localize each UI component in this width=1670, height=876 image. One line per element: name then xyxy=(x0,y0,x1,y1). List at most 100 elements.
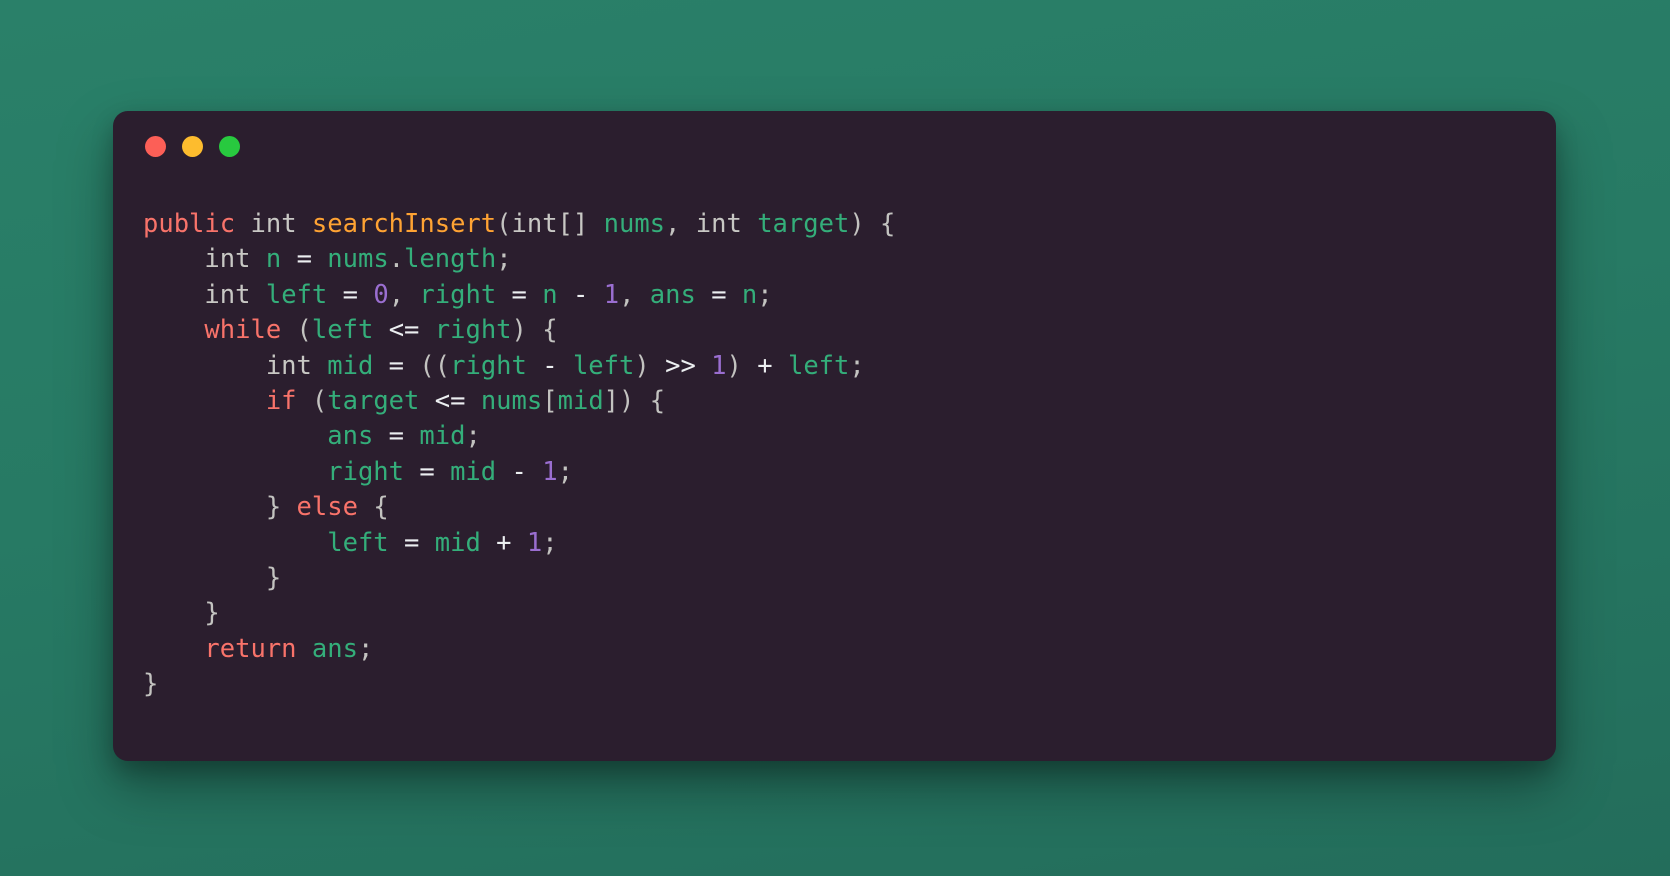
code-token-keyword: if xyxy=(265,386,297,417)
code-line: } xyxy=(143,669,158,699)
code-token-ident: ans xyxy=(311,633,358,664)
code-token-punct: ]) xyxy=(603,386,635,417)
code-token-ident: left xyxy=(311,315,374,346)
code-token-ident: mid xyxy=(327,350,374,381)
code-token-func: searchInsert xyxy=(311,209,497,239)
code-token-ident: left xyxy=(572,350,635,381)
code-token-operator: = xyxy=(342,279,358,310)
code-token-punct: ; xyxy=(542,527,558,558)
code-token-ident: right xyxy=(419,279,497,310)
code-token-ident: target xyxy=(757,209,850,239)
code-token-punct: ) xyxy=(849,209,865,239)
code-line: int n = nums.length; xyxy=(143,244,511,275)
code-token-ident: target xyxy=(327,386,420,417)
code-token-ident: right xyxy=(327,456,404,487)
code-token-type: int xyxy=(204,244,251,275)
code-token-ident: mid xyxy=(434,527,481,558)
code-token-type: int xyxy=(204,279,251,310)
code-token-number: 1 xyxy=(711,350,727,381)
code-token-punct: ( xyxy=(496,209,512,239)
code-token-punct: , xyxy=(388,279,405,310)
code-token-keyword: else xyxy=(296,492,358,523)
code-token-punct: { xyxy=(649,386,666,417)
minimize-window-button[interactable] xyxy=(182,136,203,157)
code-token-punct: [ xyxy=(542,386,558,417)
code-token-operator: = xyxy=(296,244,312,275)
code-token-punct: ; xyxy=(557,456,573,487)
code-line: while (left <= right) { xyxy=(143,315,557,346)
code-token-punct: ) xyxy=(634,350,650,381)
code-token-operator: = xyxy=(388,350,405,381)
code-token-operator: + xyxy=(757,350,773,381)
close-window-button[interactable] xyxy=(145,136,166,157)
code-token-type: int xyxy=(265,350,312,381)
code-token-operator: - xyxy=(511,456,527,487)
code-block[interactable]: public int searchInsert(int[] nums, int … xyxy=(143,207,1536,703)
code-area[interactable]: public int searchInsert(int[] nums, int … xyxy=(143,207,1536,747)
code-token-punct: , xyxy=(619,279,635,310)
code-token-ident: mid xyxy=(419,421,466,452)
code-token-ident: n xyxy=(741,279,758,310)
window-titlebar xyxy=(145,136,240,157)
code-token-ident: left xyxy=(327,527,389,558)
code-line: ans = mid; xyxy=(143,421,481,451)
code-token-ident: n xyxy=(265,244,282,275)
code-token-punct: (( xyxy=(419,350,451,381)
code-token-keyword: while xyxy=(204,315,282,346)
code-token-punct: { xyxy=(880,209,896,239)
code-token-punct: } xyxy=(265,563,282,594)
code-token-punct: ; xyxy=(465,421,481,452)
code-token-punct: ( xyxy=(296,315,312,346)
code-token-punct: } xyxy=(265,492,282,523)
code-token-keyword: public xyxy=(143,209,236,239)
code-token-number: 1 xyxy=(526,527,543,558)
code-line: public int searchInsert(int[] nums, int … xyxy=(143,209,895,239)
code-token-punct: , xyxy=(665,209,681,239)
code-token-ident: ans xyxy=(327,421,374,452)
code-token-operator: = xyxy=(511,279,527,310)
code-token-operator: + xyxy=(496,527,512,558)
code-token-number: 1 xyxy=(603,279,620,310)
code-token-operator: = xyxy=(404,527,420,558)
code-token-punct: } xyxy=(204,598,220,629)
code-line: left = mid + 1; xyxy=(143,527,558,558)
code-token-operator: = xyxy=(419,456,435,487)
code-line: return ans; xyxy=(143,634,373,664)
code-token-punct: ( xyxy=(311,386,328,417)
code-token-ident: mid xyxy=(450,456,497,487)
code-token-keyword: return xyxy=(204,633,297,664)
code-token-ident: left xyxy=(787,350,850,381)
code-token-punct: ; xyxy=(757,279,773,310)
maximize-window-button[interactable] xyxy=(219,136,240,157)
